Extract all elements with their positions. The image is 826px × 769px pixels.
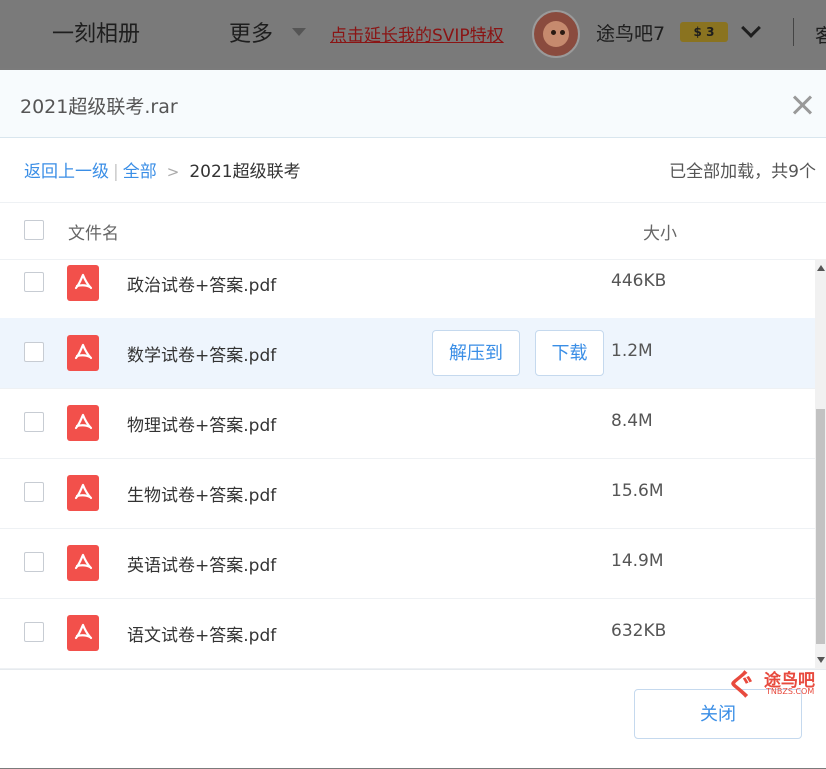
dialog-title: 2021超级联考.rar	[20, 96, 178, 118]
avatar[interactable]	[532, 10, 580, 58]
dialog-footer: 关闭	[0, 669, 826, 769]
watermark-subtext: TNBZS.COM	[766, 687, 815, 696]
site-watermark: ぐ 途鸟吧 TNBZS.COM	[726, 660, 826, 703]
topbar-client-link[interactable]: 客	[815, 21, 826, 48]
breadcrumb-separator: |	[113, 162, 119, 182]
scroll-up-arrow-icon[interactable]	[817, 265, 825, 271]
file-name[interactable]: 政治试卷+答案.pdf	[127, 271, 276, 296]
breadcrumb-all-link[interactable]: 全部	[123, 162, 157, 182]
avatar-eye	[551, 30, 556, 35]
dialog-header: 2021超级联考.rar	[0, 70, 826, 138]
file-size: 446KB	[611, 271, 667, 291]
chevron-down-icon[interactable]	[741, 18, 761, 38]
top-bar: 一刻相册 更多 点击延长我的SVIP特权 途鸟吧7 $ 3 客	[0, 0, 826, 68]
list-header: 文件名 大小	[0, 202, 826, 260]
coin-badge: $ 3	[680, 22, 728, 42]
file-list: 政治试卷+答案.pdf 446KB 数学试卷+答案.pdf 解压到 下载 1.2…	[0, 259, 815, 669]
username[interactable]: 途鸟吧7	[596, 19, 665, 46]
scrollbar-thumb[interactable]	[816, 409, 825, 644]
file-name[interactable]: 生物试卷+答案.pdf	[127, 481, 276, 506]
file-name[interactable]: 语文试卷+答案.pdf	[127, 621, 276, 646]
pdf-file-icon	[67, 405, 99, 441]
extract-to-button[interactable]: 解压到	[432, 330, 520, 376]
nav-more[interactable]: 更多	[229, 16, 273, 48]
pdf-file-icon	[67, 335, 99, 371]
row-checkbox[interactable]	[24, 622, 44, 642]
file-size: 632KB	[611, 621, 667, 641]
svip-promo-link[interactable]: 点击延长我的SVIP特权	[330, 21, 504, 46]
nav-album[interactable]: 一刻相册	[52, 16, 140, 48]
file-name[interactable]: 数学试卷+答案.pdf	[127, 341, 276, 366]
caret-down-icon[interactable]	[292, 28, 306, 36]
breadcrumb-current: 2021超级联考	[189, 162, 301, 182]
pdf-file-icon	[67, 545, 99, 581]
file-size: 1.2M	[611, 341, 653, 361]
list-scrollbar[interactable]	[815, 259, 826, 669]
breadcrumb: 返回上一级 | 全部 >2021超级联考	[24, 157, 301, 182]
select-all-checkbox[interactable]	[24, 220, 44, 240]
avatar-eye	[560, 30, 565, 35]
column-header-size[interactable]: 大小	[643, 219, 677, 244]
list-item[interactable]: 数学试卷+答案.pdf 解压到 下载 1.2M	[0, 318, 815, 389]
topbar-divider	[793, 18, 794, 46]
file-size: 14.9M	[611, 551, 664, 571]
download-button[interactable]: 下载	[535, 330, 604, 376]
column-header-name[interactable]: 文件名	[68, 219, 119, 244]
pdf-file-icon	[67, 475, 99, 511]
list-item[interactable]: 政治试卷+答案.pdf 446KB	[0, 259, 815, 319]
breadcrumb-back-link[interactable]: 返回上一级	[24, 162, 109, 182]
file-name[interactable]: 物理试卷+答案.pdf	[127, 411, 276, 436]
row-checkbox[interactable]	[24, 412, 44, 432]
pdf-file-icon	[67, 615, 99, 651]
list-item[interactable]: 语文试卷+答案.pdf 632KB	[0, 598, 815, 669]
archive-preview-dialog: 2021超级联考.rar 返回上一级 | 全部 >2021超级联考 已全部加载，共9个…	[0, 70, 826, 768]
list-item[interactable]: 英语试卷+答案.pdf 14.9M	[0, 528, 815, 599]
row-checkbox[interactable]	[24, 482, 44, 502]
row-checkbox[interactable]	[24, 552, 44, 572]
file-size: 8.4M	[611, 411, 653, 431]
row-checkbox[interactable]	[24, 342, 44, 362]
close-icon[interactable]	[789, 93, 815, 119]
file-count-status: 已全部加载，共9个	[669, 162, 816, 182]
file-size: 15.6M	[611, 481, 664, 501]
watermark-logo-icon: ぐ	[726, 668, 756, 703]
avatar-face	[543, 21, 569, 47]
list-item[interactable]: 生物试卷+答案.pdf 15.6M	[0, 458, 815, 529]
list-item[interactable]: 物理试卷+答案.pdf 8.4M	[0, 388, 815, 459]
row-checkbox[interactable]	[24, 272, 44, 292]
file-name[interactable]: 英语试卷+答案.pdf	[127, 551, 276, 576]
pdf-file-icon	[67, 265, 99, 301]
breadcrumb-arrow: >	[166, 163, 180, 181]
